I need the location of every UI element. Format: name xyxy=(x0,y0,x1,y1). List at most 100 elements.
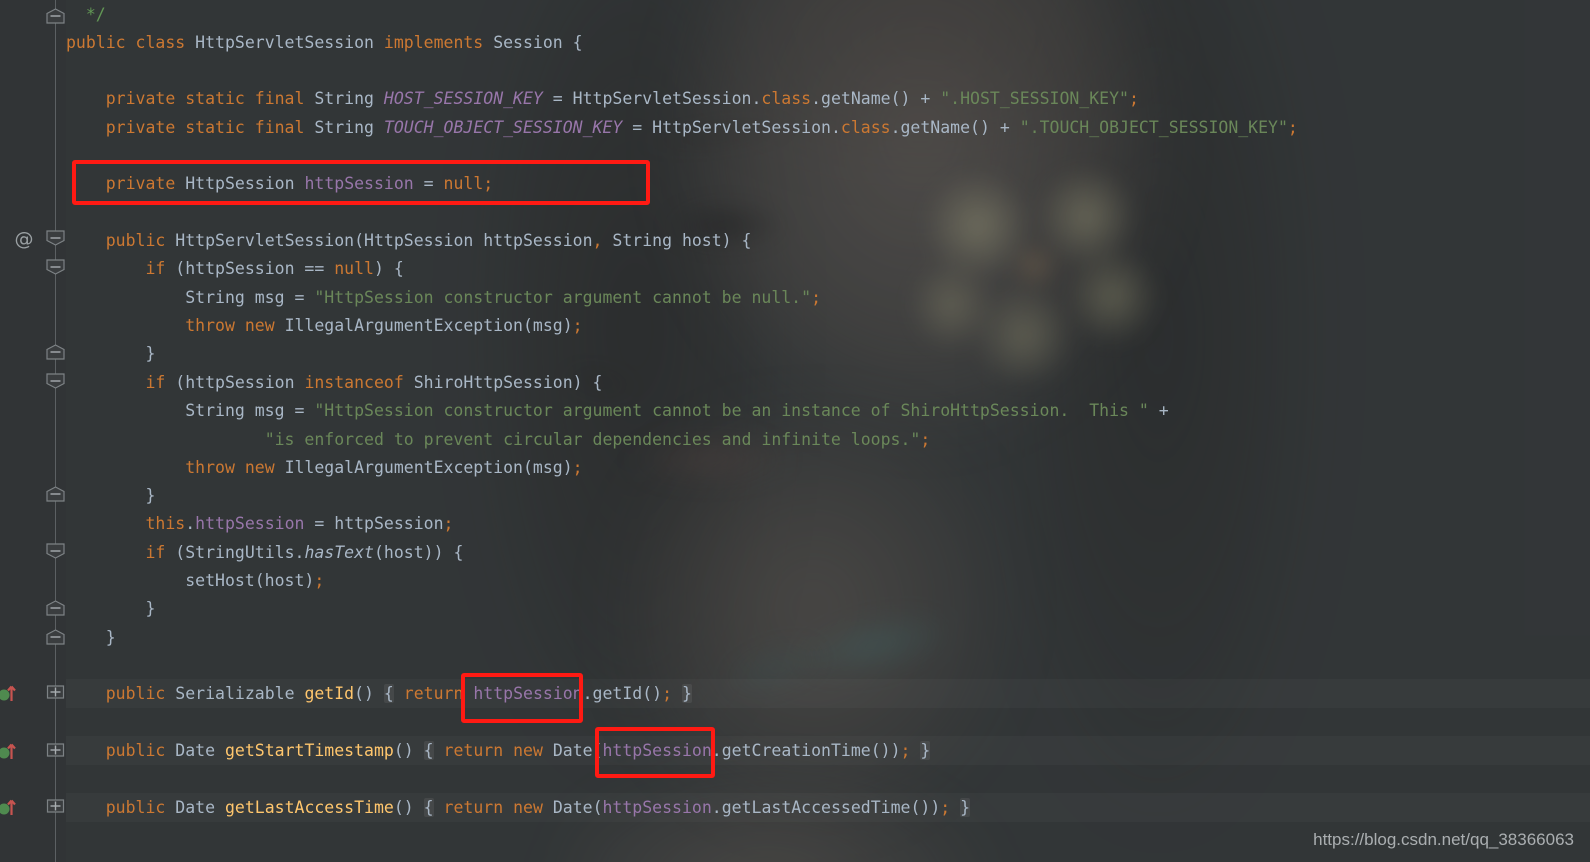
code-token: httpSession xyxy=(473,684,583,703)
code-line[interactable]: public class HttpServletSession implemen… xyxy=(66,28,583,57)
code-token: ; xyxy=(1128,89,1139,108)
fold-collapse-icon[interactable] xyxy=(45,629,66,645)
code-token: ; xyxy=(314,571,325,590)
fold-expand-icon[interactable] xyxy=(45,684,66,700)
fold-collapse-icon[interactable] xyxy=(45,486,66,502)
code-token: = httpSession xyxy=(304,514,444,533)
code-token: Session { xyxy=(493,33,583,52)
fold-collapse-icon[interactable] xyxy=(45,230,66,246)
fold-collapse-icon[interactable] xyxy=(45,373,66,389)
folded-region-brace: } xyxy=(920,741,931,760)
fold-collapse-icon[interactable] xyxy=(45,259,66,275)
code-token: httpSession xyxy=(602,741,712,760)
code-token: setHost(host) xyxy=(66,571,315,590)
fold-collapse-icon[interactable] xyxy=(45,600,66,616)
code-line[interactable]: private static final String HOST_SESSION… xyxy=(66,84,1139,113)
code-token: () xyxy=(393,798,424,817)
fold-collapse-icon[interactable] xyxy=(45,543,66,559)
fold-collapse-icon[interactable] xyxy=(45,8,66,24)
code-line[interactable]: throw new IllegalArgumentException(msg); xyxy=(66,453,583,482)
code-line[interactable]: if (httpSession == null) { xyxy=(66,254,403,283)
fold-collapse-icon[interactable] xyxy=(45,344,66,360)
code-line[interactable]: if (StringUtils.hasText(host)) { xyxy=(66,538,463,567)
code-line[interactable]: } xyxy=(66,339,155,368)
code-line[interactable]: setHost(host); xyxy=(66,566,324,595)
code-token: ".TOUCH_OBJECT_SESSION_KEY" xyxy=(1019,118,1288,137)
code-token: , xyxy=(592,231,603,250)
code-line[interactable]: } xyxy=(66,594,155,623)
code-token: ; xyxy=(572,458,583,477)
code-token: public xyxy=(105,684,176,703)
code-token: httpSession xyxy=(195,514,305,533)
fold-expand-icon[interactable] xyxy=(45,798,66,814)
code-editor-window: @ */ public class HttpServletSession impl… xyxy=(0,0,1590,862)
code-line[interactable]: } xyxy=(66,481,155,510)
code-token: String xyxy=(314,89,384,108)
code-token: Date xyxy=(175,798,225,817)
code-line[interactable]: private static final String TOUCH_OBJECT… xyxy=(66,113,1298,142)
code-token: = xyxy=(413,174,444,193)
code-token: ; xyxy=(940,798,951,817)
code-token: String msg = xyxy=(66,288,315,307)
code-token: } xyxy=(66,599,156,618)
code-line[interactable]: String msg = "HttpSession constructor ar… xyxy=(66,283,821,312)
code-token: } xyxy=(66,628,116,647)
code-token: HttpServletSession xyxy=(175,231,355,250)
code-token: ; xyxy=(811,288,821,307)
code-token: if xyxy=(145,543,176,562)
code-text-area[interactable]: */ public class HttpServletSession implem… xyxy=(66,0,1590,862)
code-line[interactable]: } xyxy=(66,623,116,652)
code-token: (httpSession == xyxy=(175,259,335,278)
code-token: ; xyxy=(1287,118,1298,137)
code-token: class xyxy=(761,89,812,108)
annotation-marker-icon[interactable]: @ xyxy=(12,228,36,250)
code-line[interactable]: this.httpSession = httpSession; xyxy=(66,509,453,538)
code-token: .getLastAccessedTime()) xyxy=(711,798,941,817)
folded-region-brace: } xyxy=(681,684,692,703)
code-line[interactable]: String msg = "HttpSession constructor ar… xyxy=(66,396,1168,425)
implementing-method-icon[interactable] xyxy=(0,682,26,704)
code-line[interactable]: private HttpSession httpSession = null; xyxy=(66,169,493,198)
code-token: throw new xyxy=(185,458,285,477)
code-token: (httpSession xyxy=(175,373,305,392)
editor-gutter[interactable]: @ xyxy=(0,0,66,862)
code-line[interactable]: public HttpServletSession(HttpSession ht… xyxy=(66,226,752,255)
code-token: () xyxy=(393,741,424,760)
code-token: HOST_SESSION_KEY xyxy=(383,89,543,108)
code-token: = HttpServletSession. xyxy=(542,89,762,108)
code-line[interactable]: "is enforced to prevent circular depende… xyxy=(66,425,931,454)
code-line[interactable]: public Date getLastAccessTime() { return… xyxy=(66,793,971,822)
code-token: getId xyxy=(304,684,355,703)
code-token: return xyxy=(403,684,474,703)
code-token: HttpSession xyxy=(185,174,305,193)
implementing-method-icon[interactable] xyxy=(0,740,26,762)
watermark-url: https://blog.csdn.net/qq_38366063 xyxy=(1313,830,1574,849)
fold-expand-icon[interactable] xyxy=(45,742,66,758)
code-token: getStartTimestamp xyxy=(224,741,394,760)
code-token: = HttpServletSession. xyxy=(622,118,841,137)
code-token: getLastAccessTime xyxy=(224,798,394,817)
code-line[interactable]: if (httpSession instanceof ShiroHttpSess… xyxy=(66,368,602,397)
code-token: Date xyxy=(175,741,225,760)
code-line[interactable]: throw new IllegalArgumentException(msg); xyxy=(66,311,582,340)
code-token: instanceof xyxy=(304,373,414,392)
code-token: httpSession xyxy=(602,798,712,817)
code-token: implements xyxy=(383,33,494,52)
implementing-method-icon[interactable] xyxy=(0,796,26,818)
code-token: .getName() + xyxy=(890,118,1020,137)
code-token: Date( xyxy=(552,741,603,760)
code-line[interactable]: */ xyxy=(66,0,106,29)
code-line[interactable]: public Date getStartTimestamp() { return… xyxy=(66,736,931,765)
code-line[interactable]: public Serializable getId() { return htt… xyxy=(66,679,692,708)
code-token: ShiroHttpSession) { xyxy=(413,373,603,392)
